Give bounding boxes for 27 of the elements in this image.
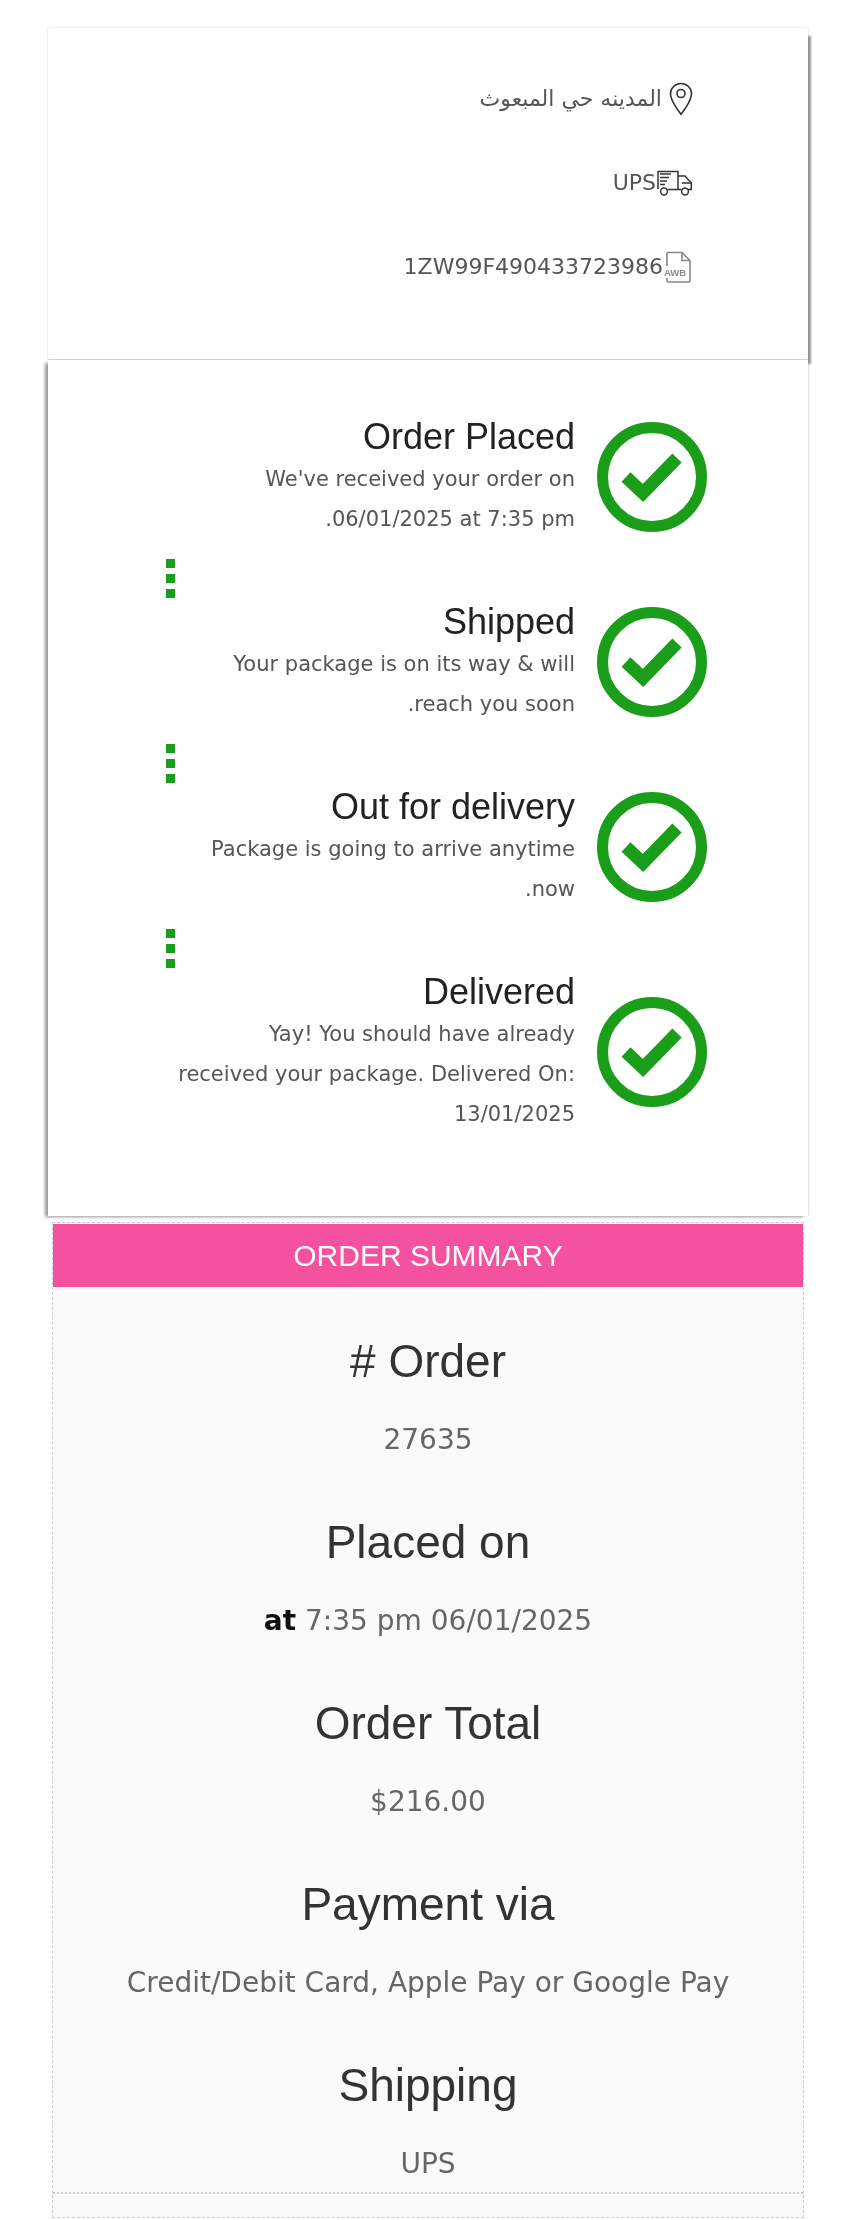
order-summary-header: ORDER SUMMARY [53,1224,803,1287]
address-text: المدينه حي المبعوث [479,85,662,114]
step-title: Order Placed [361,415,575,459]
summary-label: Order Total [313,1696,543,1751]
summary-label: # Order [349,1334,507,1389]
map-pin-icon [669,82,693,116]
summary-label: Placed on [324,1515,532,1570]
step-description: We've received your order on .06/01/2025 at 7:35 pm [265,466,575,533]
step-description: Package is going to arrive anytime .now [211,836,575,903]
dotted-connector-icon [166,744,175,783]
dotted-connector-icon [166,929,175,968]
step-title: Delivered [421,970,575,1014]
tracking-number: 1ZW99F490433723986 [403,253,663,281]
carrier-name: UPS [612,169,656,197]
summary-value: at 7:35 pm 06/01/2025 [262,1603,594,1639]
summary-label: Shipping [337,2058,519,2113]
truck-icon [656,170,693,196]
summary-value: UPS [399,2146,457,2182]
step-title: Shipped [441,600,575,644]
step-title: Out for delivery [329,785,575,829]
step-description: Your package is on its way & will .reach you soon [233,651,575,718]
summary-label: Payment via [300,1877,556,1932]
summary-value: Credit/Debit Card, Apple Pay or Google Pay [125,1965,731,2001]
step-description: Yay! You should have already received your package. Delivered On: 13/01/2025 [178,1021,575,1128]
summary-value: $216.00 [369,1784,487,1820]
summary-value: 27635 [382,1422,474,1458]
dotted-connector-icon [166,559,175,598]
